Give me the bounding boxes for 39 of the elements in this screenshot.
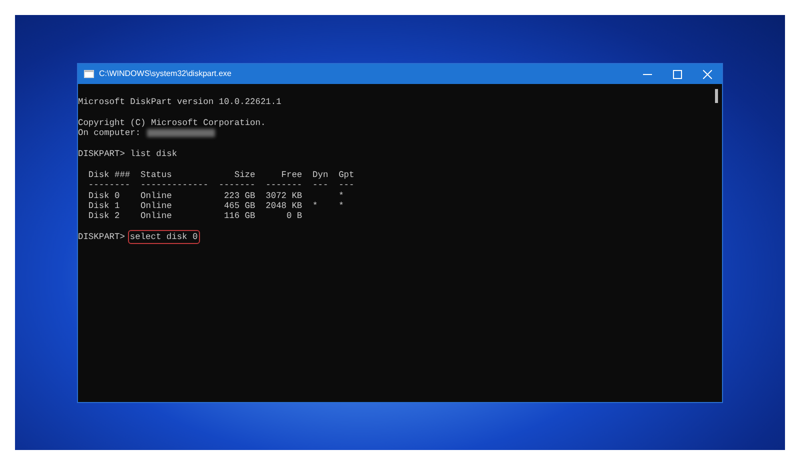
command-text: select disk 0 [130,232,198,242]
table-header: Dyn [312,170,328,180]
table-header: Size [234,170,256,180]
console-output-line: Copyright (C) Microsoft Corporation. [78,118,266,128]
table-cell: 2048 KB [266,200,302,211]
table-rule: ------------- [140,180,208,190]
table-header: Free [281,170,302,180]
console-app-icon [84,70,94,78]
table-cell: Disk 1 [88,200,120,211]
table-header: Disk ### [88,170,130,180]
table-cell: * [338,190,344,201]
window-title: C:\WINDOWS\system32\diskpart.exe [99,68,232,80]
table-cell: 0 B [286,211,302,222]
table-cell: 223 GB [224,190,256,201]
table-cell: Disk 2 [88,211,120,222]
table-rule: ------- [266,180,302,190]
table-rule: ------- [218,180,256,190]
table-rule: -------- [88,180,130,190]
table-cell: 465 GB [224,200,256,211]
table-cell: * [338,200,344,211]
console-output-line: Microsoft DiskPart version 10.0.22621.1 [78,97,282,108]
command-prompt: DISKPART> [78,148,125,160]
table-cell: 3072 KB [266,190,302,201]
table-cell: * [312,200,318,211]
table-rule: --- [312,180,328,190]
command-prompt: DISKPART> [78,232,125,242]
table-rule: --- [338,180,354,190]
table-cell: Disk 0 [88,190,120,201]
close-icon [702,70,712,78]
maximize-icon [672,70,682,78]
command-text: list disk [130,148,178,160]
console-output-line: On computer: [78,128,141,139]
table-cell: Online [140,200,172,211]
table-cell: Online [140,190,172,201]
table-header: Status [140,170,172,180]
blurred-text-block [146,129,215,138]
table-cell: Online [140,211,172,222]
table-header: Gpt [338,170,354,180]
table-cell: 116 GB [224,211,256,222]
